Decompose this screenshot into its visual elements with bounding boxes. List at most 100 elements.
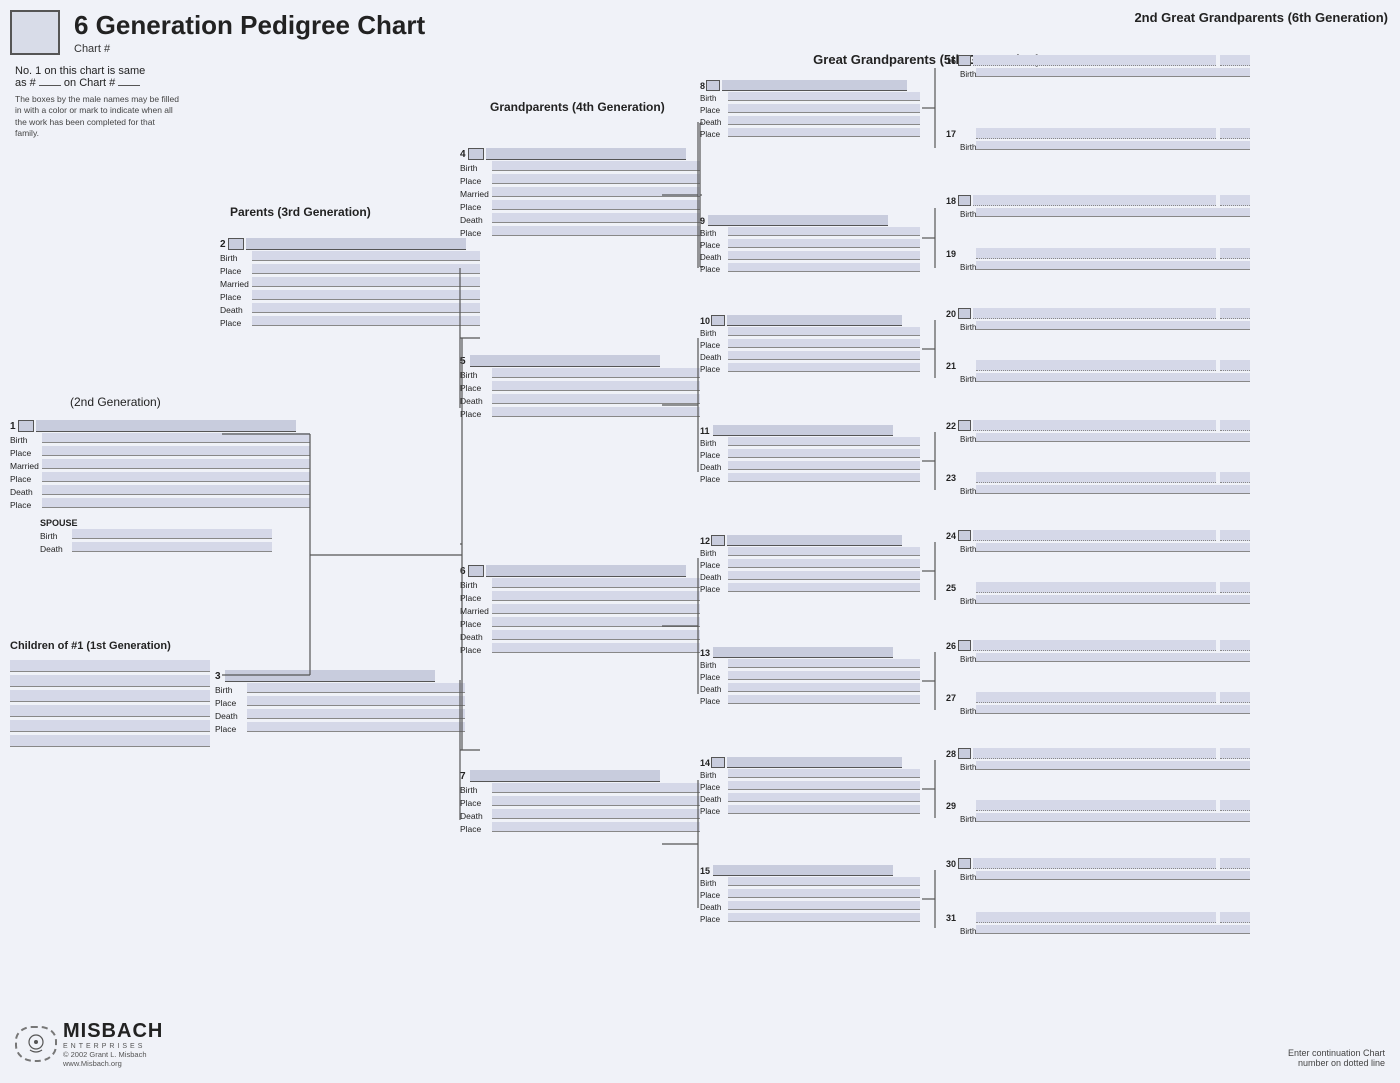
person-3-place1[interactable] bbox=[247, 696, 465, 706]
person-1-birth[interactable] bbox=[42, 433, 310, 443]
person-2-place1[interactable] bbox=[252, 264, 480, 274]
person-4-death[interactable] bbox=[492, 213, 700, 223]
person-3-dplace[interactable] bbox=[247, 722, 465, 732]
person-4-place1[interactable] bbox=[492, 174, 700, 184]
spouse-label: SPOUSE bbox=[10, 518, 310, 528]
person-3-death[interactable] bbox=[247, 709, 465, 719]
person-4-mplace[interactable] bbox=[492, 200, 700, 210]
gen3-header: Parents (3rd Generation) bbox=[230, 205, 371, 219]
person-2-name[interactable] bbox=[246, 238, 466, 250]
person-2-birth[interactable] bbox=[252, 251, 480, 261]
person-5-name[interactable] bbox=[470, 355, 660, 367]
person-1-dplace[interactable] bbox=[42, 498, 310, 508]
person-8: 8 Birth Place Death Place bbox=[700, 80, 920, 140]
child-5[interactable] bbox=[10, 720, 210, 732]
person-23: 23 Birth bbox=[940, 472, 1250, 496]
person-20: 20 Birth bbox=[940, 308, 1250, 332]
person-7-name[interactable] bbox=[470, 770, 660, 782]
person-1-place1[interactable] bbox=[42, 446, 310, 456]
person-5-place1[interactable] bbox=[492, 381, 700, 391]
person-6-name[interactable] bbox=[486, 565, 686, 577]
gen4-label: Grandparents (4th Generation) bbox=[490, 100, 665, 114]
person-14: 14 Birth Place Death Place bbox=[700, 757, 920, 817]
person-31: 31 Birth bbox=[940, 912, 1250, 936]
person-18: 18 Birth bbox=[940, 195, 1250, 219]
person-4: 4 Birth Place Married Place Death Place bbox=[460, 148, 700, 239]
person-6-dplace[interactable] bbox=[492, 643, 700, 653]
person-2-married[interactable] bbox=[252, 277, 480, 287]
person-7-place1[interactable] bbox=[492, 796, 700, 806]
person-5-death[interactable] bbox=[492, 394, 700, 404]
person-9: 9 Birth Place Death Place bbox=[700, 215, 920, 275]
person-6-birth[interactable] bbox=[492, 578, 700, 588]
married-label: Married bbox=[10, 461, 42, 471]
person-4-married[interactable] bbox=[492, 187, 700, 197]
main-title: 6 Generation Pedigree Chart bbox=[74, 10, 425, 41]
person-3-name[interactable] bbox=[225, 670, 435, 682]
person-10: 10 Birth Place Death Place bbox=[700, 315, 920, 375]
chart-title-box bbox=[10, 10, 60, 55]
person-24: 24 Birth bbox=[940, 530, 1250, 554]
gen2-label: (2nd Generation) bbox=[70, 395, 161, 409]
person-4-dplace[interactable] bbox=[492, 226, 700, 236]
person-2-mplace[interactable] bbox=[252, 290, 480, 300]
person-28: 28 Birth bbox=[940, 748, 1250, 772]
person-29: 29 Birth bbox=[940, 800, 1250, 824]
person-7-dplace[interactable] bbox=[492, 822, 700, 832]
person-4-box bbox=[468, 148, 484, 160]
person-1-mplace[interactable] bbox=[42, 472, 310, 482]
spouse-death[interactable] bbox=[72, 542, 272, 552]
person-5-dplace[interactable] bbox=[492, 407, 700, 417]
child-6[interactable] bbox=[10, 735, 210, 747]
person-1-box bbox=[18, 420, 34, 432]
gen1-label: Children of #1 (1st Generation) bbox=[10, 640, 171, 652]
birth-label: Birth bbox=[10, 435, 42, 445]
person-4-birth[interactable] bbox=[492, 161, 700, 171]
child-4[interactable] bbox=[10, 705, 210, 717]
person-12: 12 Birth Place Death Place bbox=[700, 535, 920, 595]
person-6-place1[interactable] bbox=[492, 591, 700, 601]
child-2[interactable] bbox=[10, 675, 210, 687]
person-5-birth[interactable] bbox=[492, 368, 700, 378]
person-21: 21 Birth bbox=[940, 360, 1250, 384]
person-6-mplace[interactable] bbox=[492, 617, 700, 627]
person-2-death[interactable] bbox=[252, 303, 480, 313]
person-6-married[interactable] bbox=[492, 604, 700, 614]
person-14-name[interactable] bbox=[727, 757, 902, 768]
person-8-name[interactable] bbox=[722, 80, 907, 91]
person-3-birth[interactable] bbox=[247, 683, 465, 693]
person-22: 22 Birth bbox=[940, 420, 1250, 444]
gen6-label-area: 2nd Great Grandparents (6th Generation) bbox=[1134, 10, 1388, 25]
person-12-name[interactable] bbox=[727, 535, 902, 546]
person-15-name[interactable] bbox=[713, 865, 893, 876]
logo-emblem bbox=[15, 1026, 57, 1062]
death-label: Death bbox=[10, 487, 42, 497]
logo-copy2: www.Misbach.org bbox=[63, 1059, 163, 1068]
person-1-married[interactable] bbox=[42, 459, 310, 469]
person-15: 15 Birth Place Death Place bbox=[700, 865, 920, 925]
person-11-name[interactable] bbox=[713, 425, 893, 436]
person-6-death[interactable] bbox=[492, 630, 700, 640]
person-10-name[interactable] bbox=[727, 315, 902, 326]
gen4-label-area: Grandparents (4th Generation) bbox=[490, 100, 665, 114]
person-2-dplace[interactable] bbox=[252, 316, 480, 326]
logo-area: MISBACH ENTERPRISES © 2002 Grant L. Misb… bbox=[15, 1020, 163, 1068]
person-13: 13 Birth Place Death Place bbox=[700, 647, 920, 707]
child-3[interactable] bbox=[10, 690, 210, 702]
person-13-name[interactable] bbox=[713, 647, 893, 658]
small-note: The boxes by the male names may be fille… bbox=[15, 94, 180, 140]
person-1-death[interactable] bbox=[42, 485, 310, 495]
person-16: 16 Birth bbox=[940, 55, 1250, 79]
person-7-birth[interactable] bbox=[492, 783, 700, 793]
person-9-name[interactable] bbox=[708, 215, 888, 226]
person-7-death[interactable] bbox=[492, 809, 700, 819]
person-4-name[interactable] bbox=[486, 148, 686, 160]
person-5-num: 5 bbox=[460, 356, 466, 367]
child-1[interactable] bbox=[10, 660, 210, 672]
spouse-birth[interactable] bbox=[72, 529, 272, 539]
person-3: 3 Birth Place Death Place bbox=[215, 670, 465, 735]
person-1: 1 Birth Place Married Place Death Place … bbox=[10, 420, 310, 555]
person-27: 27 Birth bbox=[940, 692, 1250, 716]
person-1-name[interactable] bbox=[36, 420, 296, 432]
person-7: 7 Birth Place Death Place bbox=[460, 770, 700, 835]
